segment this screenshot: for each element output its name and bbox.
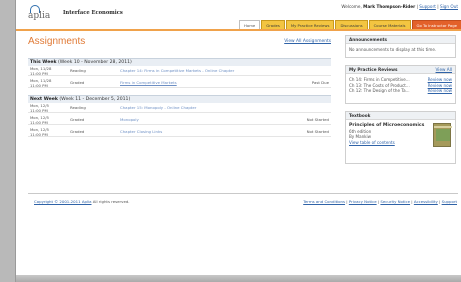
- assignment-type: Reading: [70, 68, 86, 73]
- panel-title: Announcements: [346, 36, 455, 44]
- week-header-next-week: Next Week (Week 11 - December 5, 2011): [28, 95, 331, 103]
- assignment-status: Not Started: [306, 117, 329, 122]
- assignment-link[interactable]: Chapter 14: Firms in Competitive Markets…: [120, 68, 234, 73]
- review-item: Ch 12: The Design of the Ta... Review no…: [349, 88, 452, 94]
- due-date: Mon, 12/5 11:00 PM: [30, 103, 49, 113]
- review-now-link[interactable]: Review now: [428, 88, 452, 94]
- footer-support-link[interactable]: Support: [442, 199, 457, 204]
- review-name: Ch 12: The Design of the Ta...: [349, 88, 410, 94]
- accessibility-link[interactable]: Accessibility: [414, 199, 438, 204]
- signout-link[interactable]: Sign Out: [440, 4, 458, 9]
- terms-link[interactable]: Terms and Conditions: [303, 199, 345, 204]
- week-range: (Week 10 - November 28, 2011): [57, 60, 132, 65]
- main-tabs: Home Grades My Practice Reviews Discussi…: [238, 20, 461, 29]
- tab-discussions[interactable]: Discussions: [335, 20, 368, 29]
- week-label: This Week: [30, 60, 57, 65]
- announcements-body: No announcements to display at this time…: [349, 47, 437, 52]
- tab-course-materials[interactable]: Course Materials: [368, 20, 411, 29]
- support-link[interactable]: Support: [419, 4, 436, 9]
- window-bottom-border: [16, 275, 461, 282]
- due-date: Mon, 11/28 11:00 PM: [30, 78, 52, 88]
- panel-title: My Practice Reviews: [349, 67, 398, 72]
- tab-grades[interactable]: Grades: [261, 20, 285, 29]
- logo-text: aplia: [28, 11, 51, 21]
- assignment-status: Past Due: [311, 80, 329, 85]
- practice-reviews-panel: My Practice Reviews View All Ch 14: Firm…: [345, 65, 456, 104]
- textbook-cover-image[interactable]: [433, 123, 452, 147]
- footer-divider: [28, 193, 458, 194]
- assignment-link[interactable]: Chapter Closing Links: [120, 129, 162, 134]
- announcements-panel: Announcements No announcements to displa…: [345, 35, 456, 58]
- textbook-panel: Textbook Principles of Microeconomics 6t…: [345, 111, 456, 164]
- header: aplia Interface Economics Welcome, Mark …: [16, 0, 461, 31]
- due-date: Mon, 11/28 11:00 PM: [30, 66, 52, 76]
- page-title: Assignments: [28, 36, 86, 47]
- welcome-bar: Welcome, Mark Thompson-Rider | Support |…: [341, 4, 458, 9]
- due-date: Mon, 12/5 11:00 PM: [30, 127, 49, 137]
- assignment-row: Mon, 12/5 11:00 PM Graded Monopoly Not St…: [28, 115, 331, 125]
- footer-links: Terms and Conditions | Privacy Notice | …: [303, 199, 457, 204]
- footer-copyright: Copyright © 2001-2011 Aplia All rights r…: [34, 199, 130, 204]
- rights-text: All rights reserved.: [92, 199, 130, 204]
- panel-header: My Practice Reviews View All: [346, 66, 455, 74]
- assignment-type: Graded: [70, 80, 85, 85]
- view-all-assignments-link[interactable]: View All Assignments: [284, 39, 331, 44]
- copyright-link[interactable]: Copyright © 2001-2011 Aplia: [34, 199, 92, 204]
- welcome-prefix: Welcome,: [341, 4, 362, 9]
- assignment-type: Graded: [70, 117, 85, 122]
- tab-instructor-page[interactable]: Go To Instructor Page: [411, 20, 461, 29]
- reviews-list: Ch 14: Firms in Competitive... Review no…: [346, 74, 455, 97]
- week-label: Next Week: [30, 97, 58, 102]
- privacy-link[interactable]: Privacy Notice: [349, 199, 377, 204]
- view-all-reviews-link[interactable]: View All: [436, 66, 452, 74]
- assignment-row: Mon, 12/5 11:00 PM Reading Chapter 15: Mo…: [28, 103, 331, 113]
- week-range: (Week 11 - December 5, 2011): [59, 97, 131, 102]
- assignment-row: Mon, 11/28 11:00 PM Reading Chapter 14: F…: [28, 66, 331, 76]
- assignment-link[interactable]: Monopoly: [120, 117, 139, 122]
- page: aplia Interface Economics Welcome, Mark …: [15, 0, 461, 282]
- assignment-row: Mon, 11/28 11:00 PM Graded Firms in Compe…: [28, 78, 331, 88]
- course-title: Interface Economics: [63, 10, 123, 16]
- assignment-link[interactable]: Firms in Competitive Markets: [120, 80, 177, 85]
- week-header-this-week: This Week (Week 10 - November 28, 2011): [28, 58, 331, 66]
- aplia-logo[interactable]: aplia: [28, 4, 54, 26]
- assignment-type: Graded: [70, 129, 85, 134]
- assignment-status: Not Started: [306, 129, 329, 134]
- panel-title: Textbook: [346, 112, 455, 120]
- tab-home[interactable]: Home: [239, 20, 261, 29]
- assignment-link[interactable]: Chapter 15: Monopoly - Online Chapter: [120, 105, 196, 110]
- due-date: Mon, 12/5 11:00 PM: [30, 115, 49, 125]
- assignment-row: Mon, 12/5 11:00 PM Graded Chapter Closing…: [28, 127, 331, 137]
- security-link[interactable]: Security Notice: [380, 199, 410, 204]
- tab-practice-reviews[interactable]: My Practice Reviews: [285, 20, 335, 29]
- user-name: Mark Thompson-Rider: [363, 4, 416, 9]
- header-divider: [16, 29, 461, 31]
- assignment-type: Reading: [70, 105, 86, 110]
